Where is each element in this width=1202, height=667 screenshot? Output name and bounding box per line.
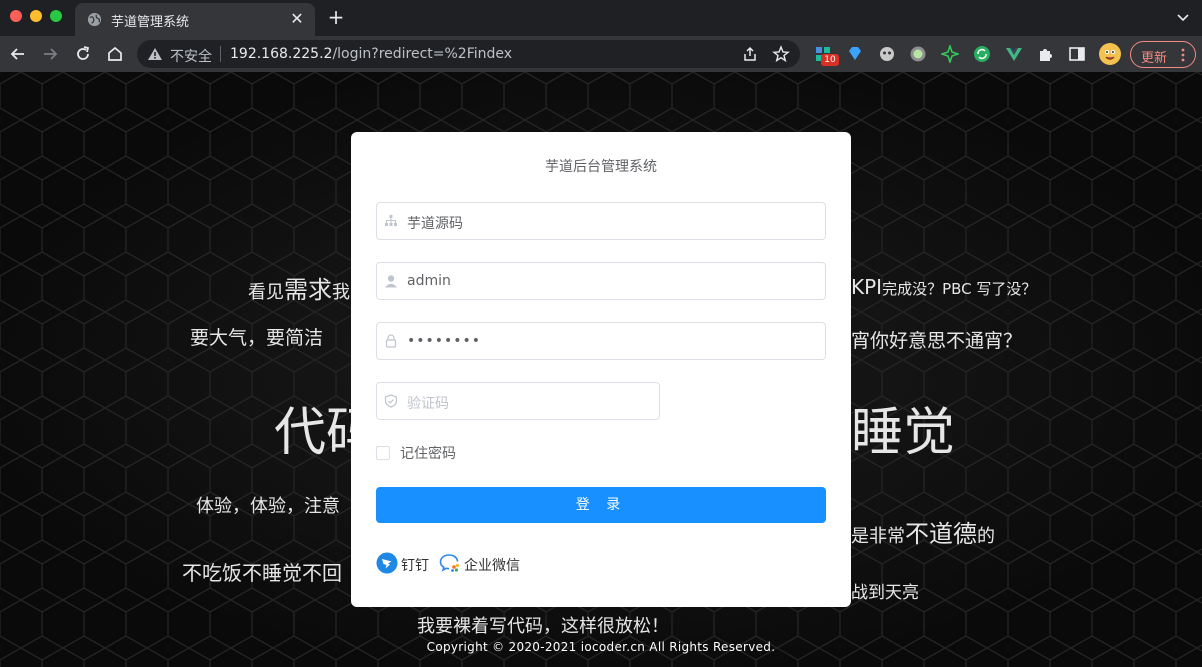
password-input[interactable]: ••••••••: [376, 322, 826, 360]
bg-text-line-1: 看见需求我: [248, 276, 350, 304]
dingtalk-icon: [376, 552, 398, 574]
shield-check-icon: [384, 394, 398, 408]
bg-text-line-10: 战到天亮: [851, 583, 919, 603]
extension-grid-icon[interactable]: 10: [814, 45, 839, 66]
bg-text-line-11: 我要裸着写代码，这样很放松！: [417, 616, 669, 637]
sidebar-panel-icon[interactable]: [1068, 45, 1086, 63]
copyright-footer: Copyright © 2020-2021 iocoder.cn All Rig…: [426, 640, 776, 654]
login-button[interactable]: 登 录: [376, 487, 826, 523]
update-label: 更新: [1141, 51, 1168, 66]
username-value: admin: [407, 273, 451, 289]
update-button[interactable]: 更新: [1130, 41, 1196, 68]
refresh-extension-icon[interactable]: [973, 45, 991, 63]
diamond-extension-icon[interactable]: [846, 45, 864, 63]
browser-titlebar: 芋道管理系统 ✕ +: [0, 0, 1202, 36]
more-vert-icon: [1181, 48, 1185, 62]
url-path: /login?redirect=%2Findex: [332, 46, 513, 62]
user-icon: [385, 275, 397, 288]
share-icon[interactable]: [742, 46, 758, 62]
checkbox-box[interactable]: [376, 446, 390, 460]
tree-icon: [385, 215, 397, 226]
bg-text-line-4: 宵你好意思不通宵？: [851, 330, 1023, 352]
tenant-value: 芋道源码: [407, 216, 463, 232]
captcha-placeholder: 验证码: [407, 396, 449, 412]
bg-text-line-2: KPI完成没？PBC 写了没？: [851, 275, 1037, 299]
bg-text-line-3: 要大气，要简洁: [190, 327, 324, 349]
browser-toolbar: 不安全 192.168.225.2/login?redirect=%2Finde…: [0, 36, 1202, 72]
tab-close-icon[interactable]: ✕: [287, 9, 307, 29]
dingtalk-label: 钉钉: [401, 558, 429, 574]
url-host: 192.168.225.2: [230, 46, 333, 62]
lock-icon: [385, 334, 397, 348]
bookmark-star-icon[interactable]: [772, 45, 790, 63]
login-card: 芋道后台管理系统 芋道源码 admin •••••••• 验证码 记住密码 登 …: [351, 132, 851, 607]
new-tab-button[interactable]: +: [325, 6, 347, 28]
chevron-down-icon[interactable]: [1176, 10, 1190, 24]
url-text[interactable]: 192.168.225.2/login?redirect=%2Findex: [230, 46, 512, 62]
home-icon[interactable]: [105, 44, 125, 64]
bg-text-line-9: 不吃饭不睡觉不回: [182, 561, 342, 585]
profile-avatar[interactable]: [1099, 43, 1121, 65]
captcha-input[interactable]: 验证码: [376, 382, 660, 420]
login-title: 芋道后台管理系统: [545, 159, 657, 175]
browser-tab[interactable]: 芋道管理系统 ✕: [75, 3, 315, 36]
wecom-label: 企业微信: [464, 558, 520, 574]
bg-text-line-8: 是非常不道德的: [851, 520, 995, 548]
tenant-input[interactable]: 芋道源码: [376, 202, 826, 240]
security-label[interactable]: 不安全: [170, 46, 212, 66]
star-burst-extension-icon[interactable]: [941, 45, 959, 63]
ghost-extension-icon[interactable]: [878, 45, 896, 63]
address-separator: [220, 46, 221, 62]
puzzle-icon[interactable]: [1037, 45, 1055, 63]
wecom-icon: [439, 554, 460, 572]
warning-icon[interactable]: [147, 46, 163, 62]
remember-label: 记住密码: [400, 446, 456, 462]
password-value: ••••••••: [407, 333, 482, 349]
address-bar[interactable]: 不安全 192.168.225.2/login?redirect=%2Finde…: [137, 40, 800, 68]
back-arrow-icon[interactable]: [8, 44, 28, 64]
tab-title: 芋道管理系统: [111, 15, 190, 30]
window-minimize-button[interactable]: [30, 10, 42, 22]
circle-extension-icon[interactable]: [909, 45, 927, 63]
username-input[interactable]: admin: [376, 262, 826, 300]
bg-text-line-6: 睡觉: [851, 403, 956, 463]
forward-arrow-icon[interactable]: [40, 44, 60, 64]
window-maximize-button[interactable]: [50, 10, 62, 22]
emoji-face-icon: [1105, 50, 1115, 60]
vue-devtools-icon[interactable]: [1005, 45, 1023, 63]
globe-icon: [87, 12, 102, 27]
window-close-button[interactable]: [10, 10, 22, 22]
reload-icon[interactable]: [73, 44, 93, 64]
bg-text-line-7: 体验，体验，注意: [196, 496, 340, 517]
extension-badge: 10: [821, 54, 839, 66]
